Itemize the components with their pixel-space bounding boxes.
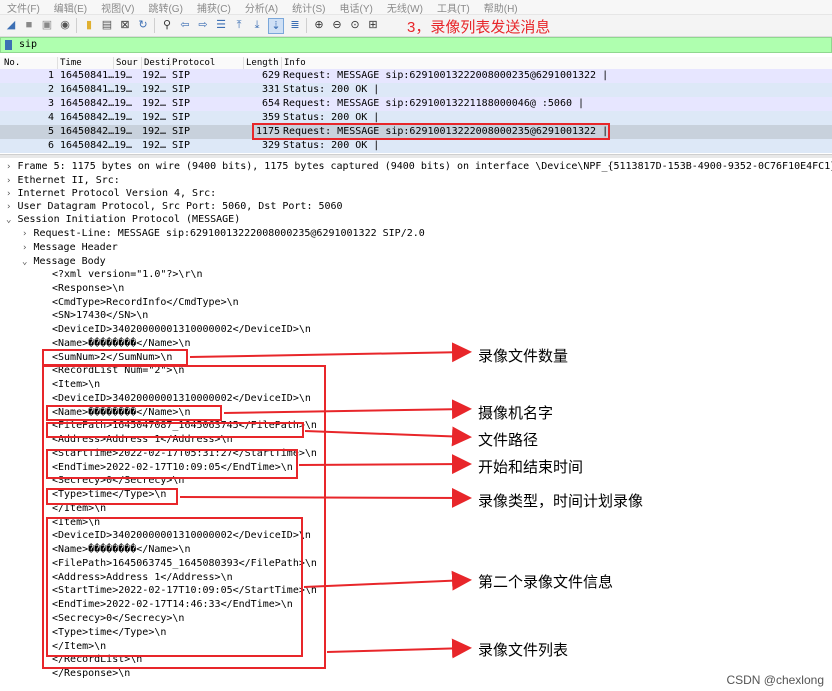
arrow-record-list	[326, 638, 472, 659]
annotation-second-item: 第二个录像文件信息	[478, 574, 614, 591]
arrow-sumnum	[189, 342, 472, 363]
annotation-filepath: 文件路径	[478, 432, 539, 449]
annotation-name: 摄像机名字	[478, 405, 554, 422]
arrow-type	[179, 487, 472, 508]
arrow-second-item	[303, 570, 472, 591]
watermark: CSDN @chexlong	[726, 673, 824, 687]
annotation-sumnum: 录像文件数量	[478, 348, 569, 365]
annotation-record-list: 录像文件列表	[478, 642, 569, 659]
arrow-name	[223, 399, 472, 420]
annotation-arrows	[179, 342, 472, 659]
annotation-type: 录像类型，时间计划录像	[478, 493, 644, 510]
annotation-times: 开始和结束时间	[478, 459, 584, 476]
arrow-times	[298, 454, 472, 475]
arrow-filepath	[304, 426, 472, 447]
